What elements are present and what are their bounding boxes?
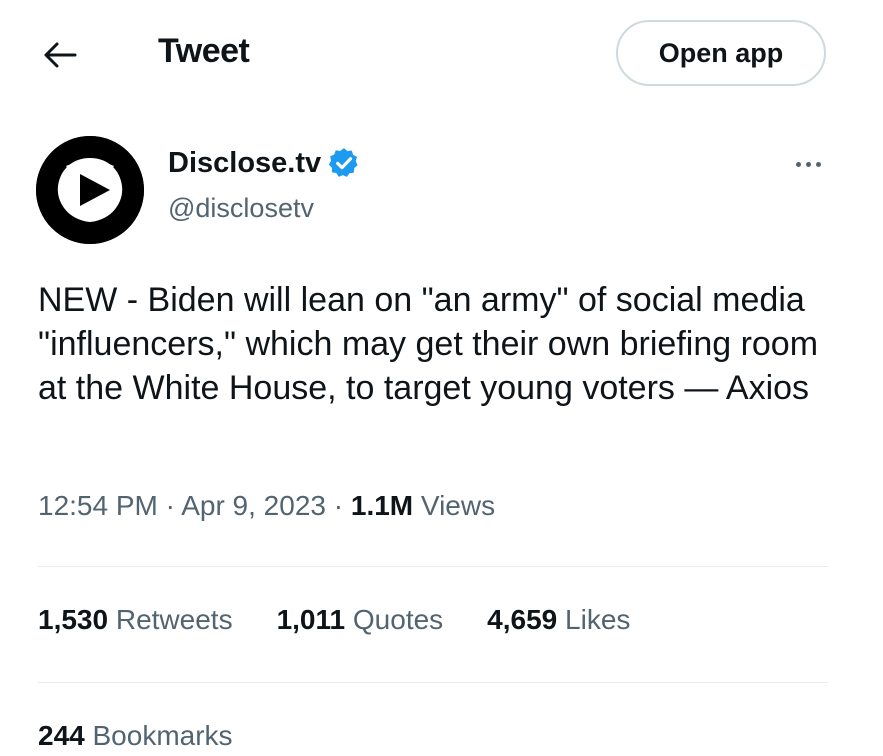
likes-count: 4,659: [487, 604, 558, 635]
quotes-label: Quotes: [352, 604, 444, 635]
more-dots-icon: [795, 161, 801, 167]
retweets-count: 1,530: [38, 604, 109, 635]
bookmarks-count: 244: [38, 720, 85, 751]
arrow-left-icon: [44, 42, 77, 68]
bookmarks-stat[interactable]: 244 Bookmarks: [38, 720, 233, 752]
likes-stat[interactable]: 4,659 Likes: [487, 604, 630, 636]
author-display-name[interactable]: Disclose.tv: [168, 147, 321, 180]
retweets-label: Retweets: [115, 604, 233, 635]
tweet-meta: 12:54 PM · Apr 9, 2023 · 1.1M Views: [38, 490, 495, 522]
retweets-stat[interactable]: 1,530 Retweets: [38, 604, 233, 636]
more-options-button[interactable]: [786, 152, 830, 176]
likes-label: Likes: [565, 604, 631, 635]
views-count: 1.1M: [350, 490, 414, 521]
play-logo-icon: [36, 136, 144, 244]
tweet-header: Tweet Open app: [0, 0, 883, 110]
tweet-text: NEW - Biden will lean on "an army" of so…: [38, 281, 819, 407]
engagement-stats: 1,530 Retweets 1,011 Quotes 4,659 Likes: [38, 604, 630, 636]
divider: [38, 566, 828, 567]
views-label: Views: [420, 490, 496, 521]
tweet-date[interactable]: Apr 9, 2023: [181, 490, 326, 521]
meta-separator: ·: [165, 490, 175, 521]
tweet-time[interactable]: 12:54 PM: [38, 490, 158, 521]
page-title: Tweet: [158, 32, 250, 70]
verified-badge-icon: [328, 148, 358, 177]
author-handle[interactable]: @disclosetv: [168, 193, 314, 224]
quotes-count: 1,011: [276, 604, 346, 635]
bookmarks-label: Bookmarks: [92, 720, 233, 751]
quotes-stat[interactable]: 1,011 Quotes: [277, 604, 444, 636]
meta-separator: ·: [333, 490, 344, 521]
author-name-row: Disclose.tv: [168, 146, 361, 180]
open-app-button[interactable]: Open app: [616, 20, 826, 86]
avatar[interactable]: [36, 136, 144, 244]
divider: [38, 682, 828, 683]
back-button[interactable]: [38, 38, 82, 72]
